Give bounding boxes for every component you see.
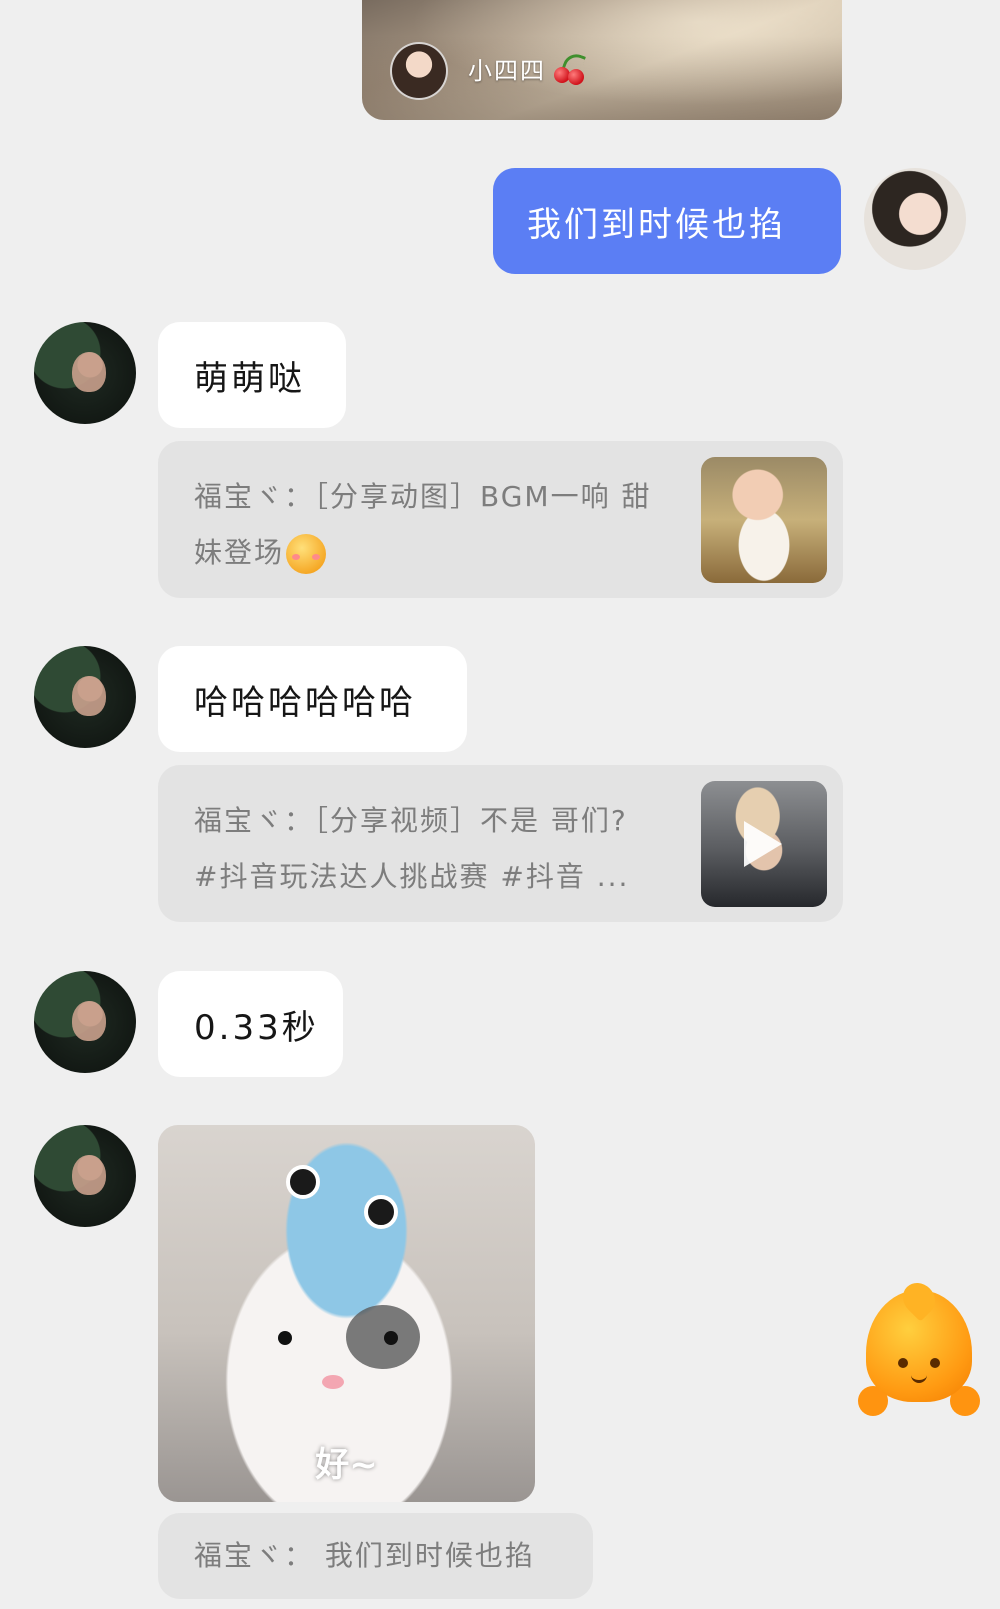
mascot-part [930, 1358, 940, 1368]
my-avatar[interactable] [864, 168, 966, 270]
quote-text: 福宝ヾ： 我们到时候也掐 [194, 1528, 674, 1584]
shared-media-card[interactable]: 小四四 [362, 0, 842, 120]
message-bubble-received[interactable]: 哈哈哈哈哈哈 [158, 646, 467, 752]
quoted-reply[interactable]: 福宝ヾ： 我们到时候也掐 [158, 1513, 593, 1599]
author-avatar [390, 42, 448, 100]
sticker-detail [384, 1331, 398, 1345]
quote-line: 福宝ヾ： 我们到时候也掐 [194, 1539, 535, 1572]
video-thumbnail[interactable] [701, 781, 827, 907]
quoted-share-card[interactable]: 福宝ヾ：［分享动图］BGM一响 甜 妹登场 [158, 441, 843, 598]
quote-line: 福宝ヾ：［分享视频］不是 哥们? [194, 804, 628, 837]
quote-line: 妹登场 [194, 536, 285, 569]
message-bubble-received[interactable]: 萌萌哒 [158, 322, 346, 428]
sticker-detail [364, 1195, 398, 1229]
quote-line: 福宝ヾ：［分享动图］BGM一响 甜 [194, 480, 652, 513]
sticker-detail [346, 1305, 420, 1369]
sticker-image[interactable]: 好~ [158, 1125, 535, 1502]
gif-thumbnail[interactable] [701, 457, 827, 583]
contact-avatar[interactable] [34, 646, 136, 748]
sticker-detail [322, 1375, 344, 1389]
quote-text: 福宝ヾ：［分享视频］不是 哥们? #抖音玩法达人挑战赛 #抖音 ... [194, 793, 674, 905]
sticker-detail [278, 1331, 292, 1345]
contact-avatar[interactable] [34, 971, 136, 1073]
message-text: 萌萌哒 [194, 358, 305, 399]
play-icon [744, 821, 782, 867]
message-bubble-received[interactable]: 0.33秒 [158, 971, 343, 1077]
sticker-caption: 好~ [315, 1445, 378, 1485]
message-text: 0.33秒 [194, 1007, 319, 1048]
quote-line-wrap: 妹登场 [194, 525, 674, 581]
author-row: 小四四 [468, 50, 587, 86]
quoted-share-card[interactable]: 福宝ヾ：［分享视频］不是 哥们? #抖音玩法达人挑战赛 #抖音 ... [158, 765, 843, 922]
quote-line: #抖音玩法达人挑战赛 #抖音 ... [194, 860, 630, 893]
smiling-face-emoji-icon [286, 534, 327, 574]
sticker-detail [286, 1165, 320, 1199]
message-text: 哈哈哈哈哈哈 [194, 682, 416, 723]
mascot-part [898, 1358, 908, 1368]
message-bubble-sent[interactable]: 我们到时候也掐 [493, 168, 841, 274]
contact-avatar[interactable] [34, 1125, 136, 1227]
author-name: 小四四 [468, 56, 546, 85]
cherry-icon [552, 50, 587, 85]
contact-avatar[interactable] [34, 322, 136, 424]
quote-text: 福宝ヾ：［分享动图］BGM一响 甜 妹登场 [194, 469, 674, 581]
message-text: 我们到时候也掐 [527, 204, 786, 245]
floating-assistant-mascot-icon[interactable] [858, 1276, 980, 1418]
